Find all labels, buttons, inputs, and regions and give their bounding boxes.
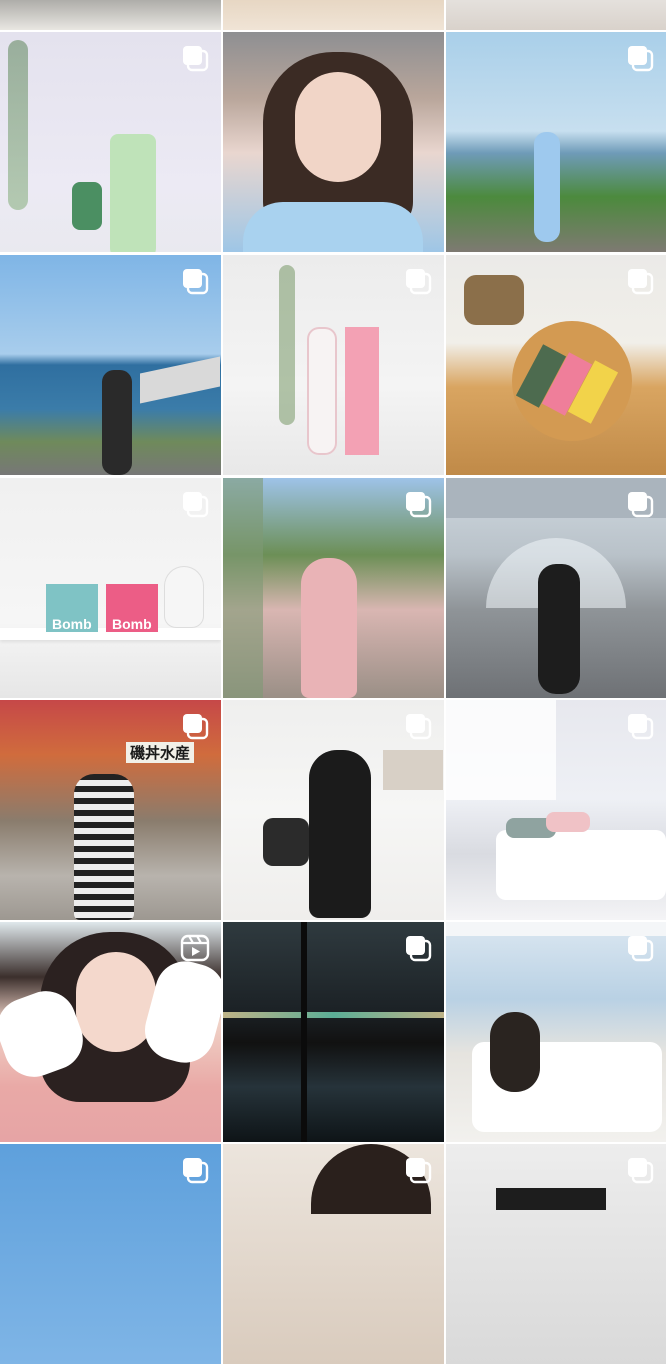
post-image	[446, 0, 666, 30]
grid-post-selfie-pink[interactable]	[0, 922, 221, 1142]
grid-post-top-white[interactable]	[446, 0, 666, 30]
grid-post-street-umbrella[interactable]	[446, 478, 666, 698]
window	[446, 700, 556, 800]
carousel-icon	[402, 710, 434, 742]
railing	[140, 356, 220, 404]
product-box	[345, 327, 379, 455]
grid-post-street-pink[interactable]	[223, 478, 444, 698]
bag	[263, 818, 309, 866]
carousel-icon	[624, 710, 656, 742]
grid-post-tray-boxes[interactable]	[446, 255, 666, 475]
person	[102, 370, 132, 475]
grid-post-top-dark[interactable]	[0, 0, 221, 30]
vase	[164, 566, 204, 628]
face	[76, 952, 156, 1052]
grid-post-sea-rail[interactable]	[0, 255, 221, 475]
product-bottle	[72, 182, 102, 230]
person-stripes	[74, 774, 134, 920]
grid-post-bottom-sky[interactable]	[0, 1144, 221, 1364]
person	[309, 750, 371, 918]
grid-post-product-pink[interactable]	[223, 255, 444, 475]
plant-pot	[464, 275, 524, 325]
brand-label: Bomb	[52, 616, 92, 632]
carousel-icon	[402, 488, 434, 520]
carousel-icon	[624, 42, 656, 74]
grid-post-room-black[interactable]	[223, 700, 444, 920]
grid-post-bottom-face[interactable]	[223, 1144, 444, 1364]
carousel-icon	[179, 265, 211, 297]
product-tube	[110, 134, 156, 252]
trees	[223, 478, 263, 698]
blouse	[243, 202, 423, 252]
grid-post-market-street[interactable]: 磯丼水産	[0, 700, 221, 920]
carousel-icon	[179, 488, 211, 520]
carousel-icon	[624, 1154, 656, 1186]
carousel-icon	[179, 42, 211, 74]
carousel-icon	[179, 1154, 211, 1186]
grid-post-shelf-bomb[interactable]: Bomb Bomb	[0, 478, 221, 698]
grid-post-bedroom[interactable]	[446, 700, 666, 920]
grid-post-portrait-blue[interactable]	[223, 32, 444, 252]
photo-grid: Bomb Bomb 磯丼水産	[0, 0, 666, 1364]
carousel-icon	[624, 265, 656, 297]
person	[490, 1012, 540, 1092]
shop-sign: 磯丼水産	[126, 742, 195, 763]
carousel-icon	[624, 932, 656, 964]
carousel-icon	[402, 1154, 434, 1186]
carousel-icon	[402, 932, 434, 964]
grid-post-bottom-room[interactable]	[446, 1144, 666, 1364]
plant-vine	[8, 40, 28, 210]
person	[538, 564, 580, 694]
post-image	[223, 0, 444, 30]
carousel-icon	[624, 488, 656, 520]
reels-icon	[179, 932, 211, 964]
grid-post-top-beige[interactable]	[223, 0, 444, 30]
books	[383, 750, 443, 790]
bed	[496, 830, 666, 900]
person-dress	[301, 558, 357, 698]
plant-vine	[279, 265, 295, 425]
window-frame	[301, 922, 307, 1142]
carousel-icon	[402, 265, 434, 297]
pillow-pink	[546, 812, 590, 832]
grid-post-window-bed[interactable]	[446, 922, 666, 1142]
tv	[496, 1188, 606, 1210]
post-image	[0, 0, 221, 30]
grid-post-sea-coast[interactable]	[446, 32, 666, 252]
person	[534, 132, 560, 242]
city-lights	[223, 1012, 444, 1018]
grid-post-night-window[interactable]	[223, 922, 444, 1142]
post-image	[223, 32, 444, 252]
brand-label-2: Bomb	[112, 616, 152, 632]
face	[295, 72, 381, 182]
grid-post-product-green[interactable]	[0, 32, 221, 252]
product-bottle	[307, 327, 337, 455]
carousel-icon	[179, 710, 211, 742]
